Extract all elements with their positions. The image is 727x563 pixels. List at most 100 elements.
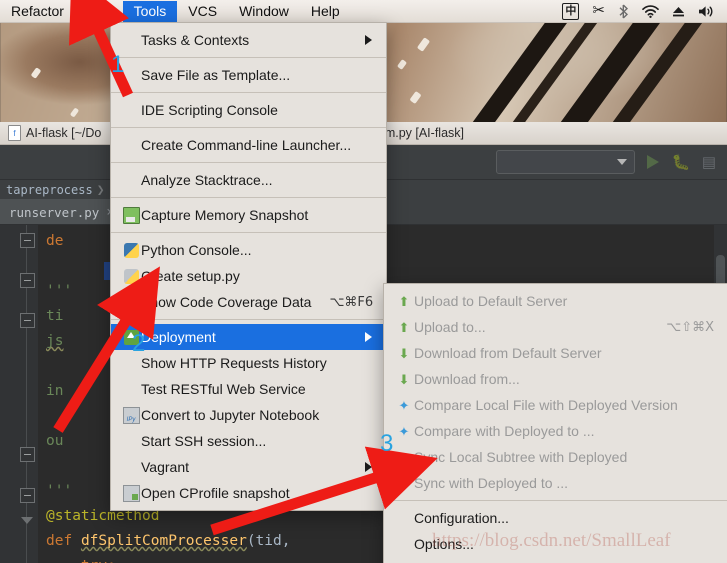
- run-icon[interactable]: [643, 152, 663, 172]
- menu-item-label: Create Command-line Launcher...: [141, 137, 352, 153]
- menu-item-label: Configuration...: [414, 510, 509, 526]
- submenu-item-automatic-upload[interactable]: Automatic Upload: [384, 557, 727, 563]
- menu-item-shortcut: ⌥⌘F6: [329, 294, 374, 310]
- submenu-item-compare-local-file-with-deployed-version[interactable]: ✦ Compare Local File with Deployed Versi…: [384, 392, 727, 418]
- menu-item-analyze-stacktrace[interactable]: Analyze Stacktrace...: [111, 167, 386, 193]
- fold-marker[interactable]: [20, 273, 35, 288]
- submenu-item-configuration[interactable]: Configuration...: [384, 505, 727, 531]
- menu-item-test-restful-web-service[interactable]: Test RESTful Web Service: [111, 376, 386, 402]
- upload-to-icon: ⬆: [398, 319, 410, 335]
- eject-glyph: [673, 6, 684, 16]
- code-line: ''': [46, 283, 73, 299]
- menu-item-label: Deployment: [141, 329, 216, 345]
- menu-item-label: Save File as Template...: [141, 67, 291, 83]
- menu-item-vagrant[interactable]: Vagrant: [111, 454, 386, 480]
- coverage-icon[interactable]: ▤: [699, 152, 719, 172]
- menu-item-create-command-line-launcher[interactable]: Create Command-line Launcher...: [111, 132, 386, 158]
- submenu-item-download-from-default-server[interactable]: ⬇ Download from Default Server: [384, 340, 727, 366]
- menubar-item-vcs[interactable]: VCS: [177, 1, 228, 22]
- tab-label: runserver.py: [9, 205, 100, 220]
- menu-separator: [111, 162, 386, 163]
- menu-item-save-file-as-template[interactable]: Save File as Template...: [111, 62, 386, 88]
- input-method-icon[interactable]: 中: [562, 2, 580, 20]
- breadcrumb-chevron-icon: ❯: [96, 182, 105, 198]
- menu-item-label: Start SSH session...: [141, 433, 267, 449]
- sync-icon: ↻: [398, 449, 410, 465]
- menu-separator: [111, 127, 386, 128]
- menu-item-label: Compare Local File with Deployed Version: [414, 397, 678, 413]
- menu-item-label: Python Console...: [141, 242, 252, 258]
- deployment-submenu[interactable]: ⬆ Upload to Default Server ⬆ Upload to..…: [383, 283, 727, 563]
- breadcrumb-segment[interactable]: tapreprocess: [6, 183, 93, 197]
- menubar-item-refactor[interactable]: Refactor: [0, 1, 75, 22]
- fold-marker[interactable]: [20, 488, 35, 503]
- python-icon: [121, 242, 141, 258]
- watermark-text: https://blog.csdn.net/SmallLeaf: [432, 530, 671, 551]
- submenu-item-upload-to[interactable]: ⬆ Upload to... ⌥⇧⌘X: [384, 314, 727, 340]
- debug-icon[interactable]: 🐛: [671, 152, 691, 172]
- fold-marker[interactable]: [20, 233, 35, 248]
- function-args: (tid,: [246, 533, 291, 549]
- menu-item-label: Compare with Deployed to ...: [414, 423, 595, 439]
- annotation-number-1: 1: [111, 51, 125, 78]
- menu-item-label: Upload to...: [414, 319, 486, 335]
- scissors-icon[interactable]: ✂: [592, 3, 605, 19]
- bluetooth-icon[interactable]: [618, 3, 629, 19]
- annotation-number-2: 2: [132, 330, 146, 357]
- tools-menu[interactable]: Tasks & Contexts Save File as Template..…: [110, 22, 387, 511]
- menu-separator: [111, 57, 386, 58]
- menu-item-label: Tasks & Contexts: [141, 32, 250, 48]
- submenu-item-sync-local-subtree-with-deployed[interactable]: ↻ Sync Local Subtree with Deployed: [384, 444, 727, 470]
- menubar-item-help[interactable]: Help: [300, 1, 351, 22]
- code-line: in: [46, 383, 64, 399]
- fold-marker-collapsed[interactable]: [20, 514, 33, 527]
- window-title-left: AI-flask [~/Do: [26, 126, 102, 140]
- menu-separator: [111, 232, 386, 233]
- menu-item-show-http-requests-history[interactable]: Show HTTP Requests History: [111, 350, 386, 376]
- bluetooth-glyph: [619, 3, 629, 19]
- menu-item-create-setup-py[interactable]: Create setup.py: [111, 263, 386, 289]
- code-line: js: [46, 333, 64, 349]
- submenu-item-download-from[interactable]: ⬇ Download from...: [384, 366, 727, 392]
- save-snapshot-icon: [121, 206, 141, 224]
- wifi-icon[interactable]: [642, 4, 659, 18]
- menu-item-start-ssh-session[interactable]: Start SSH session...: [111, 428, 386, 454]
- menu-item-tasks-contexts[interactable]: Tasks & Contexts: [111, 27, 386, 53]
- editor-gutter[interactable]: [0, 225, 38, 563]
- submenu-item-upload-to-default-server[interactable]: ⬆ Upload to Default Server: [384, 288, 727, 314]
- volume-icon[interactable]: [698, 5, 715, 18]
- menubar-item-run[interactable]: Run: [75, 1, 123, 22]
- menu-separator: [111, 197, 386, 198]
- menubar-item-window[interactable]: Window: [228, 1, 300, 22]
- menu-item-python-console[interactable]: Python Console...: [111, 237, 386, 263]
- tab-runserver-py[interactable]: runserver.py ×: [0, 199, 124, 224]
- menu-item-convert-to-jupyter-notebook[interactable]: IPy Convert to Jupyter Notebook: [111, 402, 386, 428]
- keyword-def: def: [46, 533, 73, 549]
- menu-item-label: Analyze Stacktrace...: [141, 172, 273, 188]
- submenu-arrow-icon: [365, 35, 372, 45]
- code-line: ou: [46, 433, 64, 449]
- menu-item-capture-memory-snapshot[interactable]: Capture Memory Snapshot: [111, 202, 386, 228]
- mac-menubar: Refactor Run Tools VCS Window Help 中 ✂: [0, 0, 727, 23]
- fold-marker[interactable]: [20, 447, 35, 462]
- wifi-glyph: [642, 4, 659, 18]
- menu-separator: [111, 92, 386, 93]
- submenu-item-sync-with-deployed-to[interactable]: ↻ Sync with Deployed to ...: [384, 470, 727, 496]
- menu-item-label: Show Code Coverage Data: [141, 294, 312, 310]
- fold-marker[interactable]: [20, 313, 35, 328]
- run-configuration-selector[interactable]: [496, 150, 635, 174]
- menu-item-open-cprofile-snapshot[interactable]: Open CProfile snapshot: [111, 480, 386, 506]
- volume-glyph: [699, 5, 713, 17]
- menu-item-label: Download from...: [414, 371, 520, 387]
- menu-item-label: Sync Local Subtree with Deployed: [414, 449, 628, 465]
- eject-icon[interactable]: [672, 5, 685, 18]
- submenu-item-compare-with-deployed-to[interactable]: ✦ Compare with Deployed to ...: [384, 418, 727, 444]
- menu-item-deployment[interactable]: Deployment: [111, 324, 386, 350]
- menu-item-label: Download from Default Server: [414, 345, 602, 361]
- submenu-arrow-icon: [365, 462, 372, 472]
- menu-item-label: Create setup.py: [141, 268, 240, 284]
- menu-item-ide-scripting-console[interactable]: IDE Scripting Console: [111, 97, 386, 123]
- menu-item-show-code-coverage-data[interactable]: Show Code Coverage Data ⌥⌘F6: [111, 289, 386, 315]
- code-line-def: def dfSplitComProcesser(tid,: [46, 533, 290, 549]
- menubar-item-tools[interactable]: Tools: [122, 0, 178, 22]
